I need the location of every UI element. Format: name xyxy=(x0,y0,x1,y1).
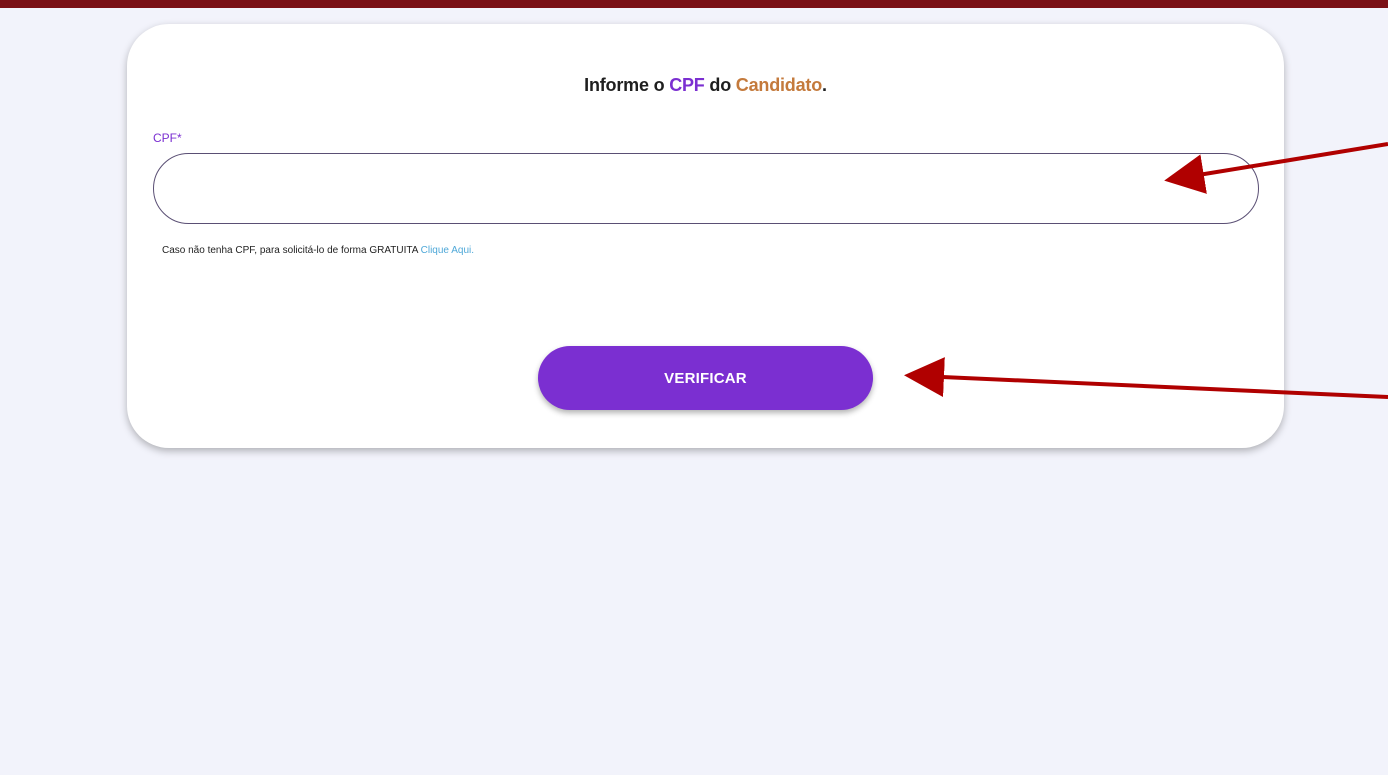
heading-cpf: CPF xyxy=(669,75,705,95)
request-cpf-link[interactable]: Clique Aqui. xyxy=(421,245,474,256)
top-bar xyxy=(0,0,1388,8)
form-heading: Informe o CPF do Candidato. xyxy=(127,75,1284,96)
cpf-input[interactable] xyxy=(153,153,1259,224)
cpf-label: CPF* xyxy=(153,131,182,145)
heading-candidate: Candidato xyxy=(735,75,822,95)
heading-suffix: . xyxy=(822,75,827,95)
heading-middle: do xyxy=(704,75,736,95)
heading-prefix: Informe o xyxy=(584,75,670,95)
helper-text: Caso não tenha CPF, para solicitá-lo de … xyxy=(162,245,421,256)
cpf-form-card: Informe o CPF do Candidato. CPF* Caso nã… xyxy=(127,24,1284,448)
verify-button[interactable]: VERIFICAR xyxy=(538,346,873,410)
no-cpf-helper: Caso não tenha CPF, para solicitá-lo de … xyxy=(162,245,474,256)
